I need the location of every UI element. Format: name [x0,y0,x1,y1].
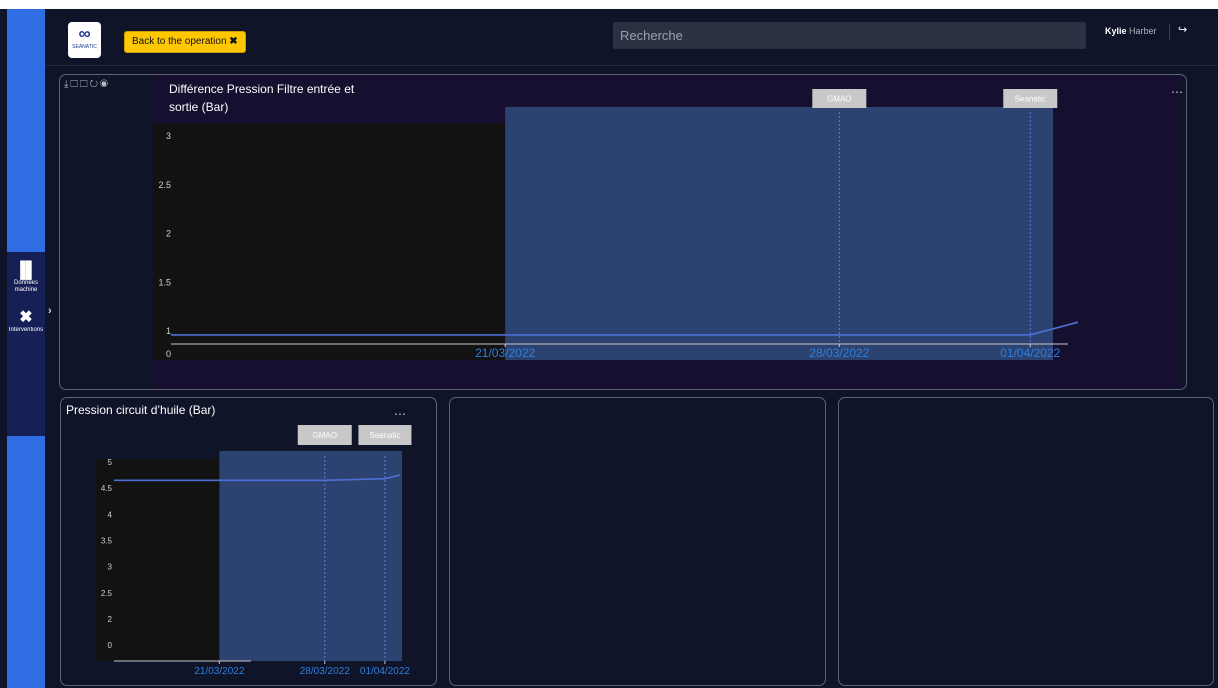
chart-bar-icon: ▐▌ [14,262,38,279]
logo-text: SEANATIC [72,44,97,50]
y-tick-label: 5 [108,458,113,467]
chart-svg: 0 2 2.5 3 3.5 4 4.5 5 21/03/2022 28/03/2022 01/04/… [96,425,412,677]
search-input[interactable]: Recherche [613,22,1086,49]
sidebar-item-donnees-machine[interactable]: ▐▌ Données machine [7,262,45,294]
x-tick-label: 01/04/2022 [360,666,410,677]
user-first-name: Kylie [1105,26,1127,36]
x-tick-label: 01/04/2022 [1000,346,1060,360]
x-tick-label: 28/03/2022 [809,346,869,360]
y-tick-label: 2.5 [158,180,171,190]
annotation-label: GMAO [313,431,337,440]
y-tick-label: 1.5 [158,277,171,287]
annotation-label: Seanatic [1015,95,1046,104]
tools-icon: ✖ [229,36,238,47]
y-tick-label: 3 [108,563,113,572]
y-tick-label: 0 [166,349,171,359]
y-tick-label: 4.5 [101,484,113,493]
sidebar-item-interventions[interactable]: ✖ Interventions [7,309,45,334]
highlight-region [219,451,402,661]
user-last-name: Harber [1129,26,1157,36]
annotation-label: GMAO [827,95,851,104]
empty-chart-panel [449,397,826,686]
x-tick-label: 28/03/2022 [300,666,350,677]
x-tick-label: 21/03/2022 [194,666,244,677]
sidebar-item-label: Données [13,280,39,286]
user-name[interactable]: Kylie Harber [1105,26,1157,36]
logo[interactable]: ∞ SEANATIC [68,22,101,58]
y-tick-label: 2 [166,229,171,239]
logout-icon[interactable]: ↪ [1178,23,1187,36]
y-tick-label: 3 [166,131,171,141]
y-tick-label: 2.5 [101,589,113,598]
y-tick-label: 2 [108,615,113,624]
chart-panel-pression-filtre: ⤓☐☐↻◉ Différence Pression Filtre entrée … [59,74,1187,390]
back-to-operation-button[interactable]: Back to the operation ✖ [124,31,246,53]
empty-chart-panel [838,397,1214,686]
divider [1169,24,1170,40]
header: ∞ SEANATIC Back to the operation ✖ Reche… [45,9,1218,66]
sidebar: ▐▌ Données machine ✖ Interventions [7,252,45,436]
seanatic-logo-icon: ∞ [78,24,91,43]
x-tick-label: 21/03/2022 [475,346,535,360]
top-strip [0,0,1218,9]
y-tick-label: 0 [108,641,113,650]
highlight-region [505,107,1053,360]
y-tick-label: 1 [166,326,171,336]
sidebar-item-label: Interventions [8,327,44,333]
y-tick-label: 3.5 [101,537,113,546]
back-button-label: Back to the operation [132,36,227,47]
chart-panel-pression-huile: Pression circuit d’huile (Bar) ⋯ 0 2 2.5 3 3… [60,397,437,686]
chart-svg: 0 1 1.5 2 2.5 3 21/03/2022 28/03/2022 01/04/2022… [153,89,1079,360]
chevron-right-icon[interactable]: › [48,305,52,317]
tools-icon: ✖ [19,309,33,326]
annotation-label: Seanatic [369,431,400,440]
sidebar-item-label: machine [14,287,38,293]
y-tick-label: 4 [108,510,113,519]
